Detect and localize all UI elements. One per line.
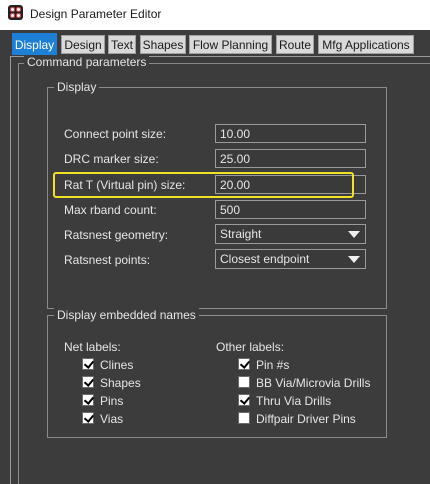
net-labels-title: Net labels: [64,340,121,354]
tab-mfg-applications[interactable]: Mfg Applications [318,35,414,54]
tab-design[interactable]: Design [61,35,105,54]
pin-numbers-label: Pin #s [256,358,290,372]
vias-checkbox[interactable] [82,412,95,424]
pins-label: Pins [100,394,124,408]
tab-shapes[interactable]: Shapes [140,35,186,54]
chevron-down-icon [348,256,360,263]
tab-text[interactable]: Text [108,35,136,54]
pins-checkbox[interactable] [82,394,95,406]
connect-point-size-input[interactable] [215,124,366,143]
tab-bar: Display Design Text Shapes Flow Planning… [0,30,430,57]
tab-display[interactable]: Display [12,33,57,55]
drc-marker-size-input[interactable] [215,149,366,168]
bb-via-microvia-drills-checkbox[interactable] [238,376,250,388]
ratsnest-points-value: Closest endpoint [220,252,310,266]
max-rband-count-input[interactable] [215,200,366,219]
clines-checkbox[interactable] [82,358,95,370]
ratsnest-geometry-label: Ratsnest geometry: [64,228,169,242]
shapes-checkbox[interactable] [82,376,95,388]
tab-flow-planning[interactable]: Flow Planning [189,35,272,54]
diffpair-driver-pins-checkbox[interactable] [238,412,250,424]
command-parameters-title: Command parameters [24,55,150,69]
clines-label: Clines [100,358,134,372]
max-rband-count-label: Max rband count: [64,203,157,217]
app-logo-icon [8,5,23,20]
ratsnest-points-label: Ratsnest points: [64,253,151,267]
annotation-highlight-box [53,172,354,198]
shapes-label: Shapes [100,376,141,390]
tab-route[interactable]: Route [276,35,314,54]
window-titlebar: Design Parameter Editor [0,0,430,30]
display-group-title: Display [54,80,100,94]
drc-marker-size-label: DRC marker size: [64,152,159,166]
vias-label: Vias [100,412,124,426]
display-group [47,87,387,309]
ratsnest-geometry-value: Straight [220,227,262,241]
connect-point-size-label: Connect point size: [64,127,167,141]
embedded-names-title: Display embedded names [54,308,199,322]
chevron-down-icon [348,231,360,238]
thru-via-drills-label: Thru Via Drills [256,394,332,408]
other-labels-title: Other labels: [216,340,285,354]
diffpair-driver-pins-label: Diffpair Driver Pins [256,412,356,426]
thru-via-drills-checkbox[interactable] [238,394,251,406]
pin-numbers-checkbox[interactable] [238,358,251,370]
ratsnest-geometry-select[interactable]: Straight [215,224,366,244]
bb-via-microvia-drills-label: BB Via/Microvia Drills [256,376,371,390]
ratsnest-points-select[interactable]: Closest endpoint [215,249,366,269]
window-title: Design Parameter Editor [30,7,162,21]
